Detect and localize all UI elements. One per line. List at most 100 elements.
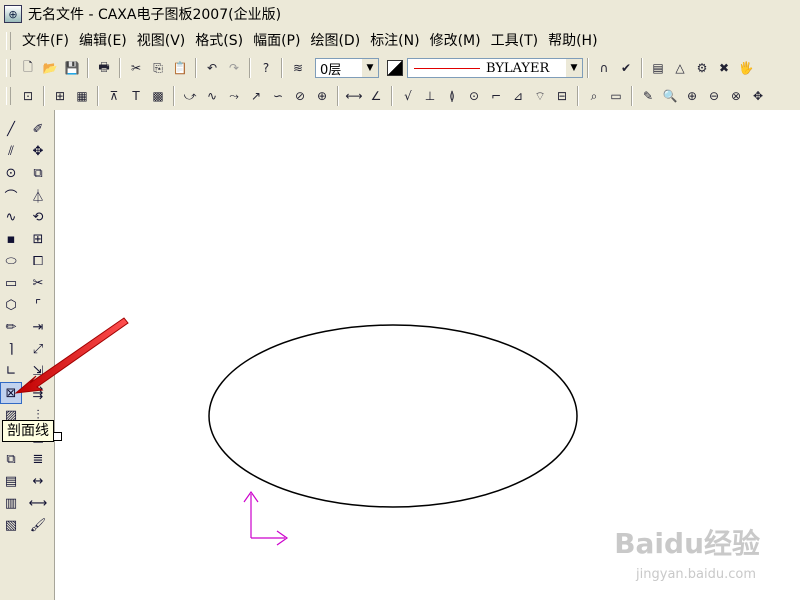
zoom-realtime-icon[interactable]: 🔍: [660, 86, 680, 106]
zoom-window-icon[interactable]: ⊕: [682, 86, 702, 106]
open-file-icon[interactable]: 📂: [40, 58, 60, 78]
redo-icon[interactable]: ↷: [224, 58, 244, 78]
arc-icon[interactable]: ⌒: [0, 184, 22, 206]
title-block-icon[interactable]: ▦: [72, 86, 92, 106]
color-select-icon[interactable]: [387, 60, 403, 76]
check-icon[interactable]: ✔: [616, 58, 636, 78]
spline-icon[interactable]: ∿: [0, 206, 22, 228]
image-icon[interactable]: ▧: [0, 514, 22, 536]
menu-sheet[interactable]: 幅面(P): [248, 29, 305, 53]
measure-icon[interactable]: ▭: [606, 86, 626, 106]
paste-icon[interactable]: 📋: [170, 58, 190, 78]
centerline-icon[interactable]: ∟: [0, 360, 22, 382]
properties-icon[interactable]: ▤: [648, 58, 668, 78]
bom-icon[interactable]: ⊼: [104, 86, 124, 106]
dim-edit-icon[interactable]: ↔: [27, 470, 49, 492]
symbol-icon[interactable]: ⊿: [508, 86, 528, 106]
wave-line-icon[interactable]: ∿: [202, 86, 222, 106]
polygon-icon[interactable]: ⬡: [0, 294, 22, 316]
toolbar-grip[interactable]: [6, 59, 11, 77]
menu-view[interactable]: 视图(V): [132, 29, 191, 53]
scale-icon[interactable]: ⧠: [27, 250, 49, 272]
plugin-icon[interactable]: 🖐: [736, 58, 756, 78]
tolerance-icon[interactable]: ⊙: [464, 86, 484, 106]
sheet-icon[interactable]: ⊞: [50, 86, 70, 106]
settings-icon[interactable]: ⚙: [692, 58, 712, 78]
move-icon[interactable]: ✥: [27, 140, 49, 162]
menu-file[interactable]: 文件(F): [17, 29, 74, 53]
view-icon[interactable]: ⊟: [552, 86, 572, 106]
print-icon[interactable]: 🖶: [94, 58, 114, 78]
array-icon[interactable]: ⊞: [27, 228, 49, 250]
hatch-icon[interactable]: ⊠: [0, 382, 22, 404]
chevron-down-icon[interactable]: ▼: [566, 59, 582, 77]
caxa-app-icon[interactable]: ⊕: [4, 5, 22, 23]
menu-help[interactable]: 帮助(H): [543, 29, 602, 53]
layer-change-icon[interactable]: ≣: [27, 448, 49, 470]
library-insert-icon[interactable]: ▥: [0, 492, 22, 514]
table-icon[interactable]: ▩: [148, 86, 168, 106]
undo-icon[interactable]: ↶: [202, 58, 222, 78]
magnet-icon[interactable]: ∩: [594, 58, 614, 78]
save-icon[interactable]: 💾: [62, 58, 82, 78]
parallel-line-icon[interactable]: ⫽: [0, 140, 22, 162]
copy-move-icon[interactable]: ⧉: [27, 162, 49, 184]
chevron-down-icon[interactable]: ▼: [362, 59, 378, 77]
tools-icon[interactable]: ✖: [714, 58, 734, 78]
point-icon[interactable]: ▪: [0, 228, 22, 250]
balloon-icon[interactable]: ⌔: [530, 86, 550, 106]
line-icon[interactable]: ╱: [0, 118, 22, 140]
pencil-icon[interactable]: ✎: [638, 86, 658, 106]
arrow-icon[interactable]: ↗: [246, 86, 266, 106]
linetype-select[interactable]: BYLAYER ▼: [407, 58, 583, 78]
menu-dimension[interactable]: 标注(N): [365, 29, 424, 53]
offset-icon[interactable]: ⇶: [27, 382, 49, 404]
help-icon[interactable]: ?: [256, 58, 276, 78]
mirror-icon[interactable]: ⏃: [27, 184, 49, 206]
ellipse-icon[interactable]: ⬭: [0, 250, 22, 272]
polyline-icon[interactable]: ✏: [0, 316, 22, 338]
dimension-icon[interactable]: ⟷: [344, 86, 364, 106]
weld-icon[interactable]: ≬: [442, 86, 462, 106]
menu-modify[interactable]: 修改(M): [425, 29, 486, 53]
menu-draw[interactable]: 绘图(D): [305, 29, 365, 53]
stretch-icon[interactable]: ⇲: [27, 360, 49, 382]
library-icon[interactable]: ▤: [0, 470, 22, 492]
zoom-prev-icon[interactable]: ⊗: [726, 86, 746, 106]
fillet-icon[interactable]: ⌜: [27, 294, 49, 316]
toolbar-grip[interactable]: [6, 87, 11, 105]
style-icon[interactable]: △: [670, 58, 690, 78]
spline-icon[interactable]: ∽: [268, 86, 288, 106]
rectangle-icon[interactable]: ▭: [0, 272, 22, 294]
dim-style-icon[interactable]: ⟷: [27, 492, 49, 514]
erase-icon[interactable]: ✐: [27, 118, 49, 140]
block-icon[interactable]: ⧉: [0, 448, 22, 470]
format-painter-icon[interactable]: 🖌: [27, 514, 49, 536]
circle-icon[interactable]: ⊙: [0, 162, 22, 184]
new-file-icon[interactable]: 🗋: [18, 58, 38, 78]
copy-icon[interactable]: ⎘: [148, 58, 168, 78]
text-icon[interactable]: T: [126, 86, 146, 106]
angle-dim-icon[interactable]: ∠: [366, 86, 386, 106]
frame-icon[interactable]: ⊡: [18, 86, 38, 106]
hole-icon[interactable]: ⊘: [290, 86, 310, 106]
roughness-icon[interactable]: √: [398, 86, 418, 106]
zoom-all-icon[interactable]: ⊖: [704, 86, 724, 106]
curve-icon[interactable]: ⤳: [224, 86, 244, 106]
pan-icon[interactable]: ✥: [748, 86, 768, 106]
rotate-icon[interactable]: ⟲: [27, 206, 49, 228]
extend-icon[interactable]: ⇥: [27, 316, 49, 338]
bolt-icon[interactable]: ⊕: [312, 86, 332, 106]
menu-tools[interactable]: 工具(T): [486, 29, 543, 53]
centerline-icon[interactable]: ⤻: [180, 86, 200, 106]
datum-icon[interactable]: ⊥: [420, 86, 440, 106]
layer-select[interactable]: 0层 ▼: [315, 58, 379, 78]
menubar-grip[interactable]: [6, 32, 11, 50]
leader-icon[interactable]: ⌐: [486, 86, 506, 106]
layer-manager-icon[interactable]: ≋: [288, 58, 308, 78]
break-icon[interactable]: ⤢: [27, 338, 49, 360]
query-icon[interactable]: ⌕: [584, 86, 604, 106]
menu-edit[interactable]: 编辑(E): [74, 29, 132, 53]
cut-icon[interactable]: ✂: [126, 58, 146, 78]
equidistant-line-icon[interactable]: ⌉: [0, 338, 22, 360]
